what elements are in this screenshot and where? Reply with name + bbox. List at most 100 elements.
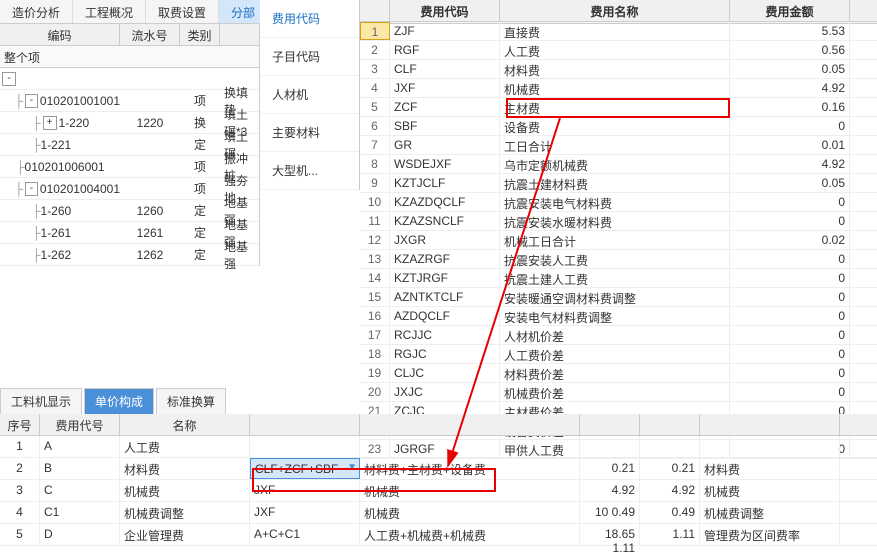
fee-row[interactable]: 9KZTJCLF抗震土建材料费0.05: [360, 174, 877, 193]
fee-cell: 12: [360, 231, 390, 249]
bot-row[interactable]: 3C机械费JXF机械费4.924.92机械费: [0, 480, 877, 502]
fee-row[interactable]: 14KZTJRGF抗震土建人工费0: [360, 269, 877, 288]
fee-row[interactable]: 18RGJC人工费价差0: [360, 345, 877, 364]
bot-cell-c: C1: [40, 502, 120, 523]
fee-row[interactable]: 7GR工日合计0.01: [360, 136, 877, 155]
fee-cell: ZJF: [390, 22, 500, 40]
tab-fee-settings[interactable]: 取费设置: [146, 0, 219, 23]
btab-std-conv[interactable]: 标准换算: [156, 388, 226, 415]
tree-flow: 1220: [120, 116, 180, 130]
tab-project-overview[interactable]: 工程概况: [73, 0, 146, 23]
fee-row[interactable]: 17RCJJC人材机价差0: [360, 326, 877, 345]
fee-table: 费用代码 费用名称 费用金额 1ZJF直接费5.532RGF人工费0.563CL…: [360, 0, 877, 459]
fee-row[interactable]: 11KZAZSNCLF抗震安装水暖材料费0: [360, 212, 877, 231]
fee-cell: 14: [360, 269, 390, 287]
bot-row[interactable]: 2B材料费CLF+ZCF+SBF▼材料费+主材费+设备费0.210.21材料费: [0, 458, 877, 480]
left-tree-panel: 编码 流水号 类别 整个项 -├ -010201001001项换填垫├ +1-2…: [0, 24, 260, 266]
fee-cell: AZNTKTCLF: [390, 288, 500, 306]
fee-row[interactable]: 8WSDEJXF乌市定额机械费4.92: [360, 155, 877, 174]
fee-row[interactable]: 10KZAZDQCLF抗震安装电气材料费0: [360, 193, 877, 212]
fee-row[interactable]: 4JXF机械费4.92: [360, 79, 877, 98]
fee-row[interactable]: 6SBF设备费0: [360, 117, 877, 136]
fee-row[interactable]: 13KZAZRGF抗震安装人工费0: [360, 250, 877, 269]
fee-cell: 0.05: [730, 60, 850, 78]
fee-row[interactable]: 20JXJC机械费价差0: [360, 383, 877, 402]
fee-cell: 0: [730, 364, 850, 382]
tree-row[interactable]: ├ 1-2621262定地基强: [0, 244, 259, 266]
formula-input[interactable]: CLF+ZCF+SBF▼: [250, 458, 360, 479]
fee-row[interactable]: 19CLJC材料费价差0: [360, 364, 877, 383]
fee-cell: 人工费: [500, 41, 730, 59]
expand-icon[interactable]: +: [43, 116, 57, 130]
fee-cell: KZTJCLF: [390, 174, 500, 192]
bot-row[interactable]: 1A人工费: [0, 436, 877, 458]
tree-code: 010201004001: [40, 182, 120, 196]
fee-cell: 主材费: [500, 98, 730, 116]
collapse-icon[interactable]: -: [25, 94, 38, 108]
tab-price-analysis[interactable]: 造价分析: [0, 0, 73, 23]
fee-row[interactable]: 5ZCF主材费0.16: [360, 98, 877, 117]
fee-cell: 设备费: [500, 117, 730, 135]
bot-cell-fn: 机械费: [360, 502, 580, 523]
tree-cat: 定: [180, 136, 220, 153]
menu-main-mat[interactable]: 主要材料: [260, 114, 359, 152]
fee-row[interactable]: 1ZJF直接费5.53: [360, 22, 877, 41]
fee-col-amount: 费用金额: [730, 0, 850, 21]
fee-row[interactable]: 12JXGR机械工日合计0.02: [360, 231, 877, 250]
menu-large-mach[interactable]: 大型机...: [260, 152, 359, 190]
fee-cell: 0.01: [730, 136, 850, 154]
fee-row[interactable]: 3CLF材料费0.05: [360, 60, 877, 79]
tree-flow: 1261: [120, 226, 180, 240]
fee-cell: RGF: [390, 41, 500, 59]
fee-cell: 4: [360, 79, 390, 97]
fee-cell: 机械费: [500, 79, 730, 97]
tree-flow: 1262: [120, 248, 180, 262]
fee-cell: 人工费价差: [500, 345, 730, 363]
collapse-icon[interactable]: -: [25, 182, 38, 196]
dropdown-icon[interactable]: ▼: [347, 462, 357, 473]
fee-cell: 0.02: [730, 231, 850, 249]
tree-cat: 项: [180, 92, 220, 109]
bot-cell-fn: 机械费: [360, 480, 580, 501]
btab-material[interactable]: 工料机显示: [0, 388, 82, 415]
fee-cell: 9: [360, 174, 390, 192]
btab-price-comp[interactable]: 单价构成: [84, 388, 154, 415]
fee-cell: RGJC: [390, 345, 500, 363]
fee-cell: 0: [730, 326, 850, 344]
bot-cell-v1: [580, 436, 640, 457]
fee-cell: 16: [360, 307, 390, 325]
fee-cell: KZAZRGF: [390, 250, 500, 268]
fee-row[interactable]: 16AZDQCLF安装电气材料费调整0: [360, 307, 877, 326]
menu-fee-code[interactable]: 费用代码: [260, 0, 359, 38]
fee-cell: 0: [730, 345, 850, 363]
fee-row[interactable]: 15AZNTKTCLF安装暖通空调材料费调整0: [360, 288, 877, 307]
bot-cell-n: 2: [0, 458, 40, 479]
bot-row[interactable]: 5D企业管理费A+C+C1人工费+机械费+机械费18.65 1.111.11管理…: [0, 524, 877, 546]
tree-code: 1-261: [41, 226, 72, 240]
fee-cell: 抗震安装水暖材料费: [500, 212, 730, 230]
bot-cell-desc: 机械费: [700, 480, 840, 501]
fee-cell: WSDEJXF: [390, 155, 500, 173]
fee-cell: SBF: [390, 117, 500, 135]
menu-rcj[interactable]: 人材机: [260, 76, 359, 114]
fee-cell: KZTJRGF: [390, 269, 500, 287]
tree-code: 1-262: [41, 248, 72, 262]
bot-cell-f: JXF: [250, 480, 360, 501]
bot-row[interactable]: 4C1机械费调整JXF机械费10 0.490.49机械费调整: [0, 502, 877, 524]
fee-cell: JXF: [390, 79, 500, 97]
bot-col-num: 序号: [0, 414, 40, 435]
fee-cell: 20: [360, 383, 390, 401]
bot-cell-desc: 材料费: [700, 458, 840, 479]
bot-cell-fn: 人工费+机械费+机械费: [360, 524, 580, 545]
bot-col-name: 名称: [120, 414, 250, 435]
menu-sub-code[interactable]: 子目代码: [260, 38, 359, 76]
tree-code: 010201001001: [40, 94, 120, 108]
fee-cell: 4.92: [730, 79, 850, 97]
fee-cell: GR: [390, 136, 500, 154]
bot-cell-desc: [700, 436, 840, 457]
bottom-tabs: 工料机显示 单价构成 标准换算: [0, 388, 228, 415]
collapse-icon[interactable]: -: [2, 72, 16, 86]
fee-cell: 0: [730, 117, 850, 135]
fee-row[interactable]: 2RGF人工费0.56: [360, 41, 877, 60]
tree-col-code: 编码: [0, 24, 120, 45]
